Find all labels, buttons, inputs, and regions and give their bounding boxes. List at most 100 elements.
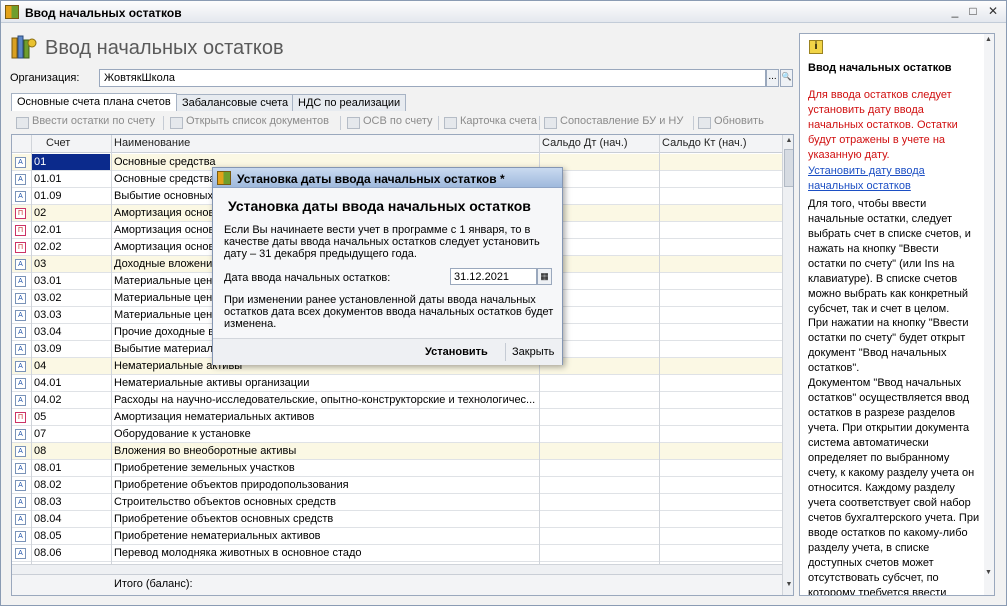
account-code: 03.02 bbox=[34, 292, 62, 304]
help-warning: Для ввода остатков следует установить да… bbox=[808, 89, 958, 161]
open-documents-label: Открыть список документов bbox=[186, 115, 329, 127]
dialog-titlebar: Установка даты ввода начальных остатков … bbox=[213, 168, 562, 188]
column-header-debit[interactable]: Сальдо Дт (нач.) bbox=[542, 137, 628, 149]
card-icon bbox=[444, 117, 457, 129]
account-name: Оборудование к установке bbox=[114, 428, 251, 440]
horizontal-scrollbar[interactable] bbox=[12, 564, 782, 574]
table-row[interactable]: А 04.02 Расходы на научно-исследовательски… bbox=[12, 392, 782, 409]
app-icon bbox=[217, 171, 231, 185]
active-account-icon: А bbox=[15, 497, 26, 508]
compare-button[interactable]: Сопоставление БУ и НУ bbox=[543, 115, 683, 132]
toolbar-separator bbox=[693, 116, 694, 130]
help-paragraph-1: Для того, чтобы ввести начальные остатки… bbox=[808, 198, 971, 315]
help-scrollbar[interactable]: ▲ ▼ bbox=[984, 34, 994, 595]
date-input[interactable]: 31.12.2021 bbox=[450, 268, 537, 285]
active-account-icon: А bbox=[15, 276, 26, 287]
set-date-link[interactable]: Установить дату ввода начальных остатков bbox=[808, 164, 978, 194]
compare-icon bbox=[544, 117, 557, 129]
button-separator bbox=[505, 343, 506, 361]
active-account-icon: А bbox=[15, 310, 26, 321]
active-account-icon: А bbox=[15, 531, 26, 542]
scroll-thumb[interactable] bbox=[784, 149, 793, 187]
account-code: 03.01 bbox=[34, 275, 62, 287]
enter-balance-icon bbox=[16, 117, 29, 129]
active-account-icon: А bbox=[15, 259, 26, 270]
search-icon[interactable]: 🔍 bbox=[780, 69, 793, 87]
active-account-icon: А bbox=[15, 395, 26, 406]
account-code: 03.09 bbox=[34, 343, 62, 355]
table-row[interactable]: А 08.04 Приобретение объектов основных сре… bbox=[12, 511, 782, 528]
account-code: 08.03 bbox=[34, 496, 62, 508]
toolbar: Ввести остатки по счету Открыть список д… bbox=[11, 113, 793, 133]
toolbar-separator bbox=[438, 116, 439, 130]
table-row[interactable]: П 05 Амортизация нематериальных активов bbox=[12, 409, 782, 426]
scroll-down-icon[interactable]: ▼ bbox=[784, 581, 793, 591]
active-account-icon: А bbox=[15, 548, 26, 559]
scroll-up-icon[interactable]: ▲ bbox=[985, 36, 992, 43]
account-name: Приобретение объектов природопользования bbox=[114, 479, 349, 491]
table-header: Счет Наименование Сальдо Дт (нач.) Сальд… bbox=[12, 135, 782, 153]
toolbar-separator bbox=[539, 116, 540, 130]
close-dialog-button[interactable]: Закрыть bbox=[512, 346, 554, 358]
refresh-button[interactable]: Обновить bbox=[697, 115, 764, 132]
table-scrollbar[interactable]: ▲ ▼ bbox=[782, 135, 793, 595]
tab-main-accounts[interactable]: Основные счета плана счетов bbox=[11, 93, 177, 111]
account-name: Строительство объектов основных средств bbox=[114, 496, 337, 508]
table-row[interactable]: А 08.06 Перевод молодняка животных в основ… bbox=[12, 545, 782, 562]
help-paragraph-3: Документом "Ввод начальных остатков" осу… bbox=[808, 377, 980, 596]
documents-icon bbox=[170, 117, 183, 129]
table-row[interactable]: А 08.05 Приобретение нематериальных активо… bbox=[12, 528, 782, 545]
enter-balance-button[interactable]: Ввести остатки по счету bbox=[15, 115, 155, 132]
table-row[interactable]: А 04.01 Нематериальные активы организации bbox=[12, 375, 782, 392]
account-name: Перевод молодняка животных в основное ст… bbox=[114, 547, 362, 559]
refresh-label: Обновить bbox=[714, 115, 764, 127]
osv-button[interactable]: ОСВ по счету bbox=[346, 115, 433, 132]
page-title: Ввод начальных остатков bbox=[45, 37, 284, 59]
set-button[interactable]: Установить bbox=[425, 346, 488, 358]
total-label: Итого (баланс): bbox=[114, 578, 193, 590]
help-title: Ввод начальных остатков bbox=[808, 62, 952, 74]
account-code: 04.02 bbox=[34, 394, 62, 406]
account-code: 02 bbox=[34, 207, 47, 219]
table-row[interactable]: А 08 Вложения во внеоборотные активы bbox=[12, 443, 782, 460]
account-code: 04.01 bbox=[34, 377, 62, 389]
tab-offbalance-accounts[interactable]: Забалансовые счета bbox=[176, 94, 295, 111]
organization-select-button[interactable]: ... bbox=[766, 69, 779, 87]
open-documents-button[interactable]: Открыть список документов bbox=[169, 115, 329, 132]
osv-label: ОСВ по счету bbox=[363, 115, 433, 127]
toolbar-separator bbox=[340, 116, 341, 130]
account-name: Приобретение объектов основных средств bbox=[114, 513, 334, 525]
calendar-icon[interactable]: ▦ bbox=[537, 268, 552, 285]
account-code: 03.03 bbox=[34, 309, 62, 321]
table-row[interactable]: А 07 Оборудование к установке bbox=[12, 426, 782, 443]
minimize-button[interactable]: _ bbox=[947, 4, 963, 19]
account-card-button[interactable]: Карточка счета bbox=[443, 115, 537, 132]
column-header-credit[interactable]: Сальдо Кт (нач.) bbox=[662, 137, 747, 149]
account-name: Амортизация нематериальных активов bbox=[114, 411, 315, 423]
account-name: Приобретение земельных участков bbox=[114, 462, 295, 474]
maximize-button[interactable]: □ bbox=[965, 4, 981, 19]
table-footer: Итого (баланс): bbox=[12, 574, 782, 595]
column-header-account[interactable]: Счет bbox=[46, 137, 70, 149]
active-account-icon: А bbox=[15, 378, 26, 389]
table-row[interactable]: А 08.02 Приобретение объектов природопольз… bbox=[12, 477, 782, 494]
active-account-icon: А bbox=[15, 327, 26, 338]
scroll-up-icon[interactable]: ▲ bbox=[784, 137, 793, 147]
account-code: 08 bbox=[34, 445, 47, 457]
organization-label: Организация: bbox=[10, 72, 80, 84]
account-name: Вложения во внеоборотные активы bbox=[114, 445, 297, 457]
window-title: Ввод начальных остатков bbox=[25, 6, 182, 20]
scroll-down-icon[interactable]: ▼ bbox=[985, 569, 992, 576]
help-panel: i Ввод начальных остатков Для ввода оста… bbox=[799, 33, 995, 596]
document-header-icon bbox=[11, 35, 37, 59]
tab-vat-sales[interactable]: НДС по реализации bbox=[292, 94, 407, 111]
account-code: 08.04 bbox=[34, 513, 62, 525]
active-account-icon: А bbox=[15, 361, 26, 372]
account-code: 02.01 bbox=[34, 224, 62, 236]
table-row[interactable]: А 08.03 Строительство объектов основных ср… bbox=[12, 494, 782, 511]
close-button[interactable]: ✕ bbox=[985, 4, 1001, 19]
organization-input[interactable]: ЖовтякШкола bbox=[99, 69, 766, 87]
column-divider bbox=[659, 135, 660, 595]
column-header-name[interactable]: Наименование bbox=[114, 137, 190, 149]
table-row[interactable]: А 08.01 Приобретение земельных участков bbox=[12, 460, 782, 477]
